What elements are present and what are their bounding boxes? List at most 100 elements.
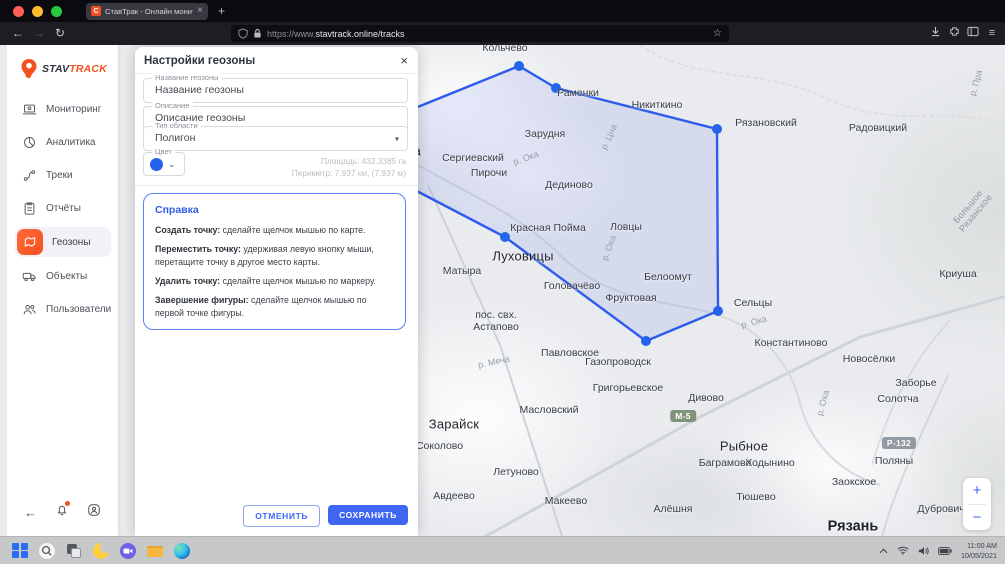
tracking-shield-icon[interactable] xyxy=(238,28,248,39)
extensions-icon[interactable] xyxy=(947,26,961,40)
browser-toolbar: ← → ↻ https://www.stavtrack.online/track… xyxy=(0,22,1005,45)
color-picker[interactable]: Цвет ⌄ xyxy=(143,152,185,176)
logo-text: STAVTRACK xyxy=(42,63,107,75)
clock[interactable]: 11:00 AM 10/05/2021 xyxy=(961,541,997,560)
lock-icon[interactable] xyxy=(253,28,262,39)
close-window-button[interactable] xyxy=(13,6,24,17)
polygon-vertex-marker[interactable] xyxy=(500,232,510,242)
modal-title: Настройки геозоны xyxy=(144,55,255,67)
system-tray: 11:00 AM 10/05/2021 xyxy=(879,537,997,564)
analytics-icon xyxy=(22,135,37,150)
monitoring-icon xyxy=(22,102,37,117)
tab-title: СтавТрак - Онлайн мониторинг xyxy=(105,7,193,16)
sidebar-item-objects[interactable]: Объекты xyxy=(15,261,111,291)
polygon-vertex-marker[interactable] xyxy=(712,124,722,134)
geozone-name-value[interactable]: Название геозоны xyxy=(144,79,407,102)
zoom-in-button[interactable]: + xyxy=(963,478,991,504)
sidebar-item-monitoring[interactable]: Мониторинг xyxy=(15,94,111,124)
collapse-sidebar-icon[interactable]: ← xyxy=(24,505,37,520)
moon-app-icon[interactable] xyxy=(93,543,109,559)
chevron-down-icon[interactable]: ▾ xyxy=(395,134,399,143)
taskbar-icons xyxy=(12,543,190,559)
browser-tab-bar: С СтавТрак - Онлайн мониторинг × + xyxy=(0,0,1005,22)
area-type-label: Тип области xyxy=(152,121,201,130)
volume-icon[interactable] xyxy=(918,546,929,556)
task-view-icon[interactable] xyxy=(66,543,82,559)
sidebar-item-reports[interactable]: Отчёты xyxy=(15,193,111,223)
help-item: Переместить точку: удерживая левую кнопк… xyxy=(155,243,394,268)
geozone-name-field[interactable]: Название геозоны Название геозоны xyxy=(143,78,408,103)
menu-icon[interactable]: ≡ xyxy=(985,26,999,40)
cancel-button[interactable]: ОТМЕНИТЬ xyxy=(243,505,320,527)
stavtrack-pin-icon xyxy=(19,57,39,81)
chevron-down-icon[interactable]: ⌄ xyxy=(168,159,176,170)
area-type-select[interactable]: Тип области Полигон ▾ xyxy=(143,126,408,151)
back-icon[interactable]: ← xyxy=(12,25,24,42)
window-controls xyxy=(13,6,70,17)
color-label: Цвет xyxy=(152,147,175,156)
wifi-icon[interactable] xyxy=(897,546,909,555)
bookmark-star-icon[interactable]: ☆ xyxy=(713,28,722,39)
sidebar-item-tracks[interactable]: Треки xyxy=(15,160,111,190)
help-item: Завершение фигуры: сделайте щелчок мышью… xyxy=(155,294,394,319)
save-button[interactable]: СОХРАНИТЬ xyxy=(328,505,408,525)
reload-icon[interactable]: ↻ xyxy=(55,25,65,42)
search-icon[interactable] xyxy=(39,543,55,559)
polygon-vertex-marker[interactable] xyxy=(641,336,651,346)
close-tab-icon[interactable]: × xyxy=(197,6,203,16)
sidebar-item-analytics[interactable]: Аналитика xyxy=(15,127,111,157)
video-call-app-icon[interactable] xyxy=(120,543,136,559)
zoom-out-button[interactable]: − xyxy=(963,505,991,531)
browser-tab[interactable]: С СтавТрак - Онлайн мониторинг × xyxy=(86,3,208,20)
page-content: КольчевоРаменкиНикиткиноРязановскийРадов… xyxy=(0,45,1005,536)
sidebar-footer: ← xyxy=(7,503,118,522)
stavtrack-logo: STAVTRACK xyxy=(19,57,107,81)
sidebar-toggle-icon[interactable] xyxy=(966,26,980,40)
edge-browser-icon[interactable] xyxy=(174,543,190,559)
minimize-window-button[interactable] xyxy=(32,6,43,17)
polygon-vertex-marker[interactable] xyxy=(713,306,723,316)
map-zoom-control: + − xyxy=(963,478,991,530)
start-button-icon[interactable] xyxy=(12,543,28,559)
help-item: Удалить точку: сделайте щелчок мышью по … xyxy=(155,275,394,287)
profile-icon[interactable] xyxy=(87,503,101,522)
geozone-settings-modal: Настройки геозоны × Название геозоны Наз… xyxy=(135,47,418,536)
reports-icon xyxy=(22,201,37,216)
maximize-window-button[interactable] xyxy=(51,6,62,17)
help-panel: Справка Создать точку: сделайте щелчок м… xyxy=(143,193,406,330)
notification-dot xyxy=(65,501,70,506)
tray-date: 10/05/2021 xyxy=(961,551,997,561)
polygon-vertex-marker[interactable] xyxy=(514,61,524,71)
area-type-value: Полигон xyxy=(144,127,407,150)
geozone-polygon[interactable] xyxy=(378,66,718,341)
objects-truck-icon xyxy=(22,269,37,284)
area-value: Площадь: 432.3385 га xyxy=(292,155,406,167)
stavtrack-favicon: С xyxy=(91,6,101,16)
polygon-vertex-marker[interactable] xyxy=(551,83,561,93)
sidebar-item-geozones[interactable]: Геозоны xyxy=(15,227,111,257)
tray-chevron-icon[interactable] xyxy=(879,548,888,554)
tray-time: 11:00 AM xyxy=(961,541,997,551)
geozone-stats: Площадь: 432.3385 га Периметр: 7.937 км,… xyxy=(292,155,406,179)
geozone-name-label: Название геозоны xyxy=(152,73,222,82)
windows-taskbar: 11:00 AM 10/05/2021 xyxy=(0,536,1005,564)
file-explorer-icon[interactable] xyxy=(147,543,163,559)
sidebar-item-users[interactable]: Пользователи xyxy=(15,294,111,324)
download-icon[interactable] xyxy=(928,26,942,40)
forward-icon[interactable]: → xyxy=(33,25,45,42)
new-tab-button[interactable]: + xyxy=(218,4,225,18)
color-swatch[interactable] xyxy=(150,158,163,171)
users-icon xyxy=(22,302,37,317)
tracks-icon xyxy=(22,168,37,183)
perimeter-value: Периметр: 7.937 км, (7.937 м) xyxy=(292,167,406,179)
url-bar[interactable]: https://www.stavtrack.online/tracks ☆ xyxy=(231,25,729,42)
url-text: https://www.stavtrack.online/tracks xyxy=(267,29,708,39)
modal-actions: ОТМЕНИТЬ СОХРАНИТЬ xyxy=(243,505,408,527)
app-sidebar: STAVTRACK Мониторинг Аналитика Треки Отч… xyxy=(7,45,118,536)
help-item: Создать точку: сделайте щелчок мышью по … xyxy=(155,224,394,236)
divider xyxy=(135,185,418,186)
battery-icon[interactable] xyxy=(938,547,952,555)
notifications-bell-icon[interactable] xyxy=(55,503,69,522)
close-modal-icon[interactable]: × xyxy=(400,53,408,68)
help-title: Справка xyxy=(155,204,394,216)
